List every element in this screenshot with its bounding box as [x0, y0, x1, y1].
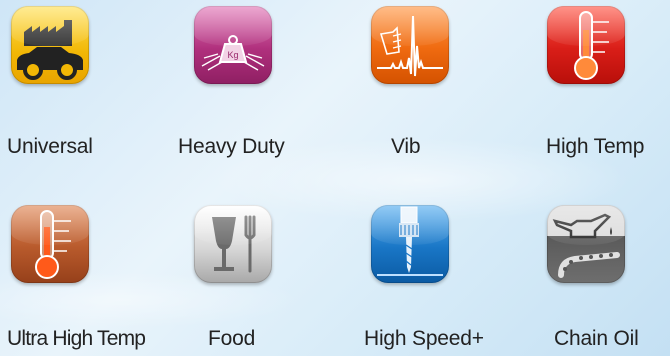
- glass-fork-icon[interactable]: [194, 205, 272, 283]
- drill-spindle-icon[interactable]: [371, 205, 449, 283]
- label-vib: Vib: [391, 135, 421, 158]
- weight-kg-icon[interactable]: Kg: [194, 6, 272, 84]
- label-ultra-high-temp: Ultra High Temp: [7, 327, 146, 350]
- factory-car-icon[interactable]: [11, 6, 89, 84]
- vibration-icon[interactable]: [371, 6, 449, 84]
- oil-can-chain-icon[interactable]: [547, 205, 625, 283]
- label-heavy-duty: Heavy Duty: [178, 135, 285, 158]
- thermometer-icon[interactable]: [547, 6, 625, 84]
- label-universal: Universal: [7, 135, 93, 158]
- thermometer-icon[interactable]: [11, 205, 89, 283]
- label-high-speed: High Speed+: [364, 327, 484, 350]
- label-food: Food: [208, 327, 256, 350]
- label-chain-oil: Chain Oil: [554, 327, 639, 350]
- kg-text: Kg: [227, 50, 238, 60]
- label-high-temp: High Temp: [546, 135, 645, 158]
